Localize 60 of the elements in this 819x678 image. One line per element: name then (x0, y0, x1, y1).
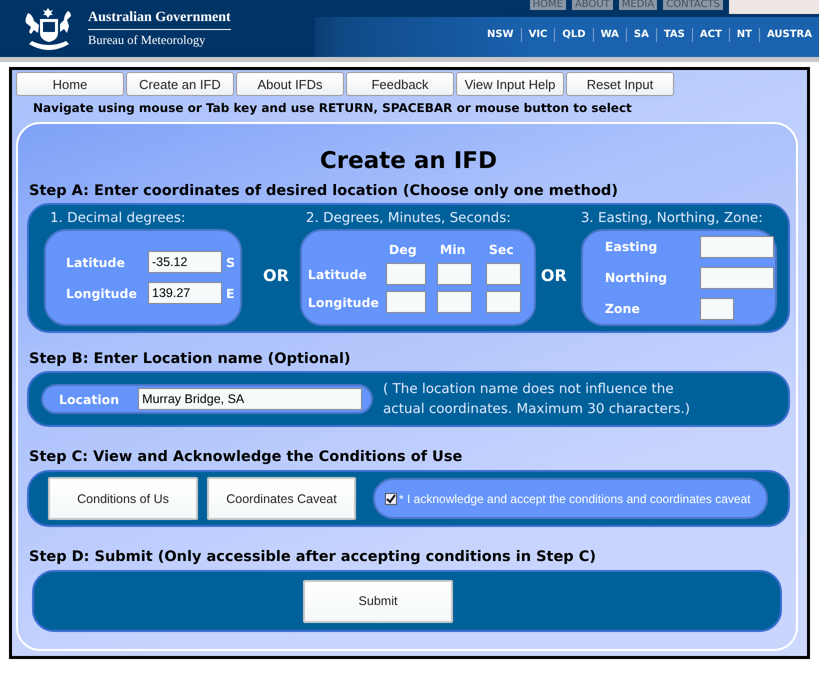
input-field[interactable] (386, 291, 426, 313)
column-label: Min (440, 242, 466, 257)
location-input[interactable]: Murray Bridge, SA (138, 388, 362, 410)
input-field[interactable] (700, 298, 734, 320)
step-heading: Step B: Enter Location name (Optional) (29, 351, 351, 367)
step-heading: Step C: View and Acknowledge the Conditions of Use (29, 449, 462, 465)
location-note: ( The location name does not influence the actual coordinates. Maximum 30 characters.) (383, 380, 690, 419)
page-title: Create an IFD (320, 148, 498, 174)
field-label: Latitude (308, 266, 367, 282)
step-heading: Step A: Enter coordinates of desired location (Choose only one method) (29, 183, 618, 199)
field-label: Longitude (66, 286, 137, 300)
nav-button[interactable]: View Input Help (456, 72, 564, 96)
nav-button[interactable]: About IFDs (236, 72, 344, 96)
or-label: OR (263, 266, 289, 285)
input-field[interactable] (700, 266, 774, 288)
method-heading: 2. Degrees, Minutes, Seconds: (306, 210, 511, 226)
method-heading: 1. Decimal degrees: (50, 210, 186, 226)
input-field[interactable]: -35.12 (148, 251, 222, 273)
nav-button[interactable]: Create an IFD (126, 72, 234, 96)
method-heading: 3. Easting, Northing, Zone: (580, 210, 763, 226)
column-label: Sec (488, 242, 514, 257)
or-label: OR (540, 266, 567, 285)
bureau-name: Bureau of Meteorology (88, 32, 206, 48)
agency-name: Australian Government (88, 10, 231, 30)
field-label: Longitude (308, 294, 379, 310)
conditions-button[interactable]: Conditions of Us (48, 477, 198, 520)
hemisphere-label: S (226, 254, 236, 270)
input-field[interactable] (700, 236, 774, 258)
submit-button[interactable]: Submit (303, 580, 453, 622)
input-field[interactable]: 139.27 (148, 282, 222, 304)
input-field[interactable] (436, 263, 472, 285)
column-label: Deg (388, 242, 417, 257)
state-link[interactable]: VIC (520, 28, 554, 42)
caveat-button[interactable]: Coordinates Caveat (207, 477, 356, 520)
state-link[interactable]: QLD (554, 28, 593, 42)
state-link[interactable]: NT (728, 28, 759, 42)
field-label: Latitude (66, 254, 125, 270)
state-link[interactable]: NSW (480, 28, 521, 42)
state-link[interactable]: AUSTRA (758, 28, 819, 42)
acknowledge-checkbox[interactable] (385, 492, 397, 504)
nav-button[interactable]: Feedback (346, 72, 454, 96)
field-label: Zone (604, 301, 640, 316)
input-field[interactable] (486, 291, 521, 313)
state-link[interactable]: WA (592, 28, 626, 42)
state-link[interactable]: ACT (692, 28, 729, 42)
hemisphere-label: E (226, 286, 235, 300)
field-label: Location (59, 392, 120, 406)
field-label: Northing (604, 270, 668, 285)
instruction-text: Navigate using mouse or Tab key and use RETURN, SPACEBAR or mouse button to select (33, 101, 632, 115)
nav-button[interactable]: Home (16, 72, 124, 96)
field-label: Easting (604, 239, 658, 254)
input-field[interactable] (436, 291, 472, 313)
search-field[interactable] (729, 0, 819, 14)
state-link[interactable]: SA (626, 28, 656, 42)
step-heading: Step D: Submit (Only accessible after accepting conditions in Step C) (29, 549, 596, 565)
input-field[interactable] (386, 263, 426, 285)
input-field[interactable] (486, 263, 521, 285)
nav-button[interactable]: Reset Input (566, 72, 674, 96)
acknowledge-label: * I acknowledge and accept the conditions and coordinates caveat (399, 492, 751, 506)
state-link[interactable]: TAS (656, 28, 692, 42)
